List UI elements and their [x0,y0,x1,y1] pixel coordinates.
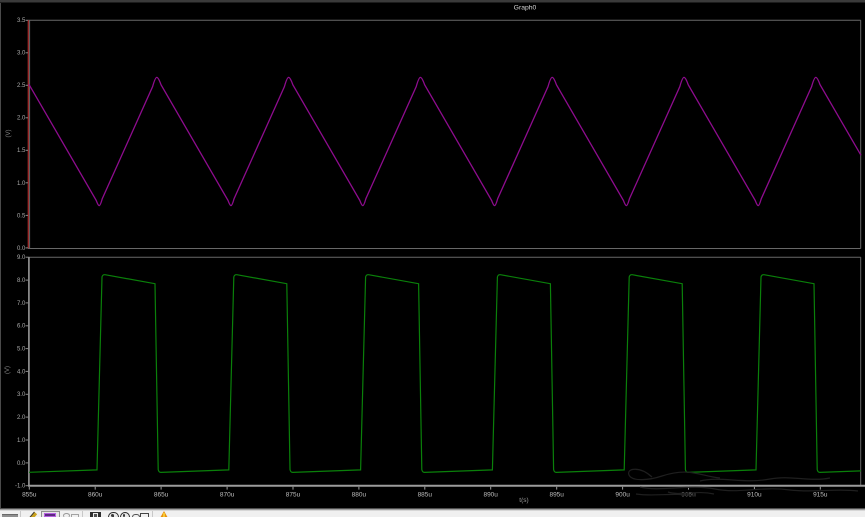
svg-text:915u: 915u [813,492,828,499]
svg-text:2.0: 2.0 [17,415,26,421]
svg-text:t(s): t(s) [519,497,528,504]
svg-text:(V): (V) [6,130,12,138]
svg-text:890u: 890u [483,492,498,499]
svg-text:4.0: 4.0 [17,369,26,375]
svg-text:895u: 895u [549,492,564,499]
svg-text:6.0: 6.0 [17,324,26,330]
svg-text:900u: 900u [615,492,630,499]
svg-text:870u: 870u [220,492,235,499]
svg-text:855u: 855u [22,492,37,499]
svg-text:0.5: 0.5 [17,213,26,219]
svg-text:880u: 880u [352,492,367,499]
svg-text:-1.0: -1.0 [15,484,26,490]
svg-text:2.0: 2.0 [17,116,26,122]
svg-text:(V): (V) [5,366,11,374]
svg-text:0.0: 0.0 [17,246,26,252]
svg-text:2.5: 2.5 [17,83,26,89]
svg-text:865u: 865u [154,492,169,499]
svg-text:910u: 910u [747,492,762,499]
svg-text:5.0: 5.0 [17,347,26,353]
svg-text:885u: 885u [418,492,433,499]
svg-text:9.0: 9.0 [17,255,26,261]
svg-text:1.5: 1.5 [17,148,26,154]
svg-text:3.0: 3.0 [17,51,26,57]
svg-text:875u: 875u [286,492,301,499]
svg-text:860u: 860u [88,492,103,499]
svg-text:1.0: 1.0 [17,181,26,187]
svg-text:3.5: 3.5 [17,18,26,24]
svg-text:7.0: 7.0 [17,301,26,307]
svg-text:8.0: 8.0 [17,278,26,284]
svg-text:3.0: 3.0 [17,392,26,398]
svg-text:1.0: 1.0 [17,438,26,444]
svg-text:0.0: 0.0 [17,461,26,467]
svg-text:Graph0: Graph0 [514,5,537,12]
